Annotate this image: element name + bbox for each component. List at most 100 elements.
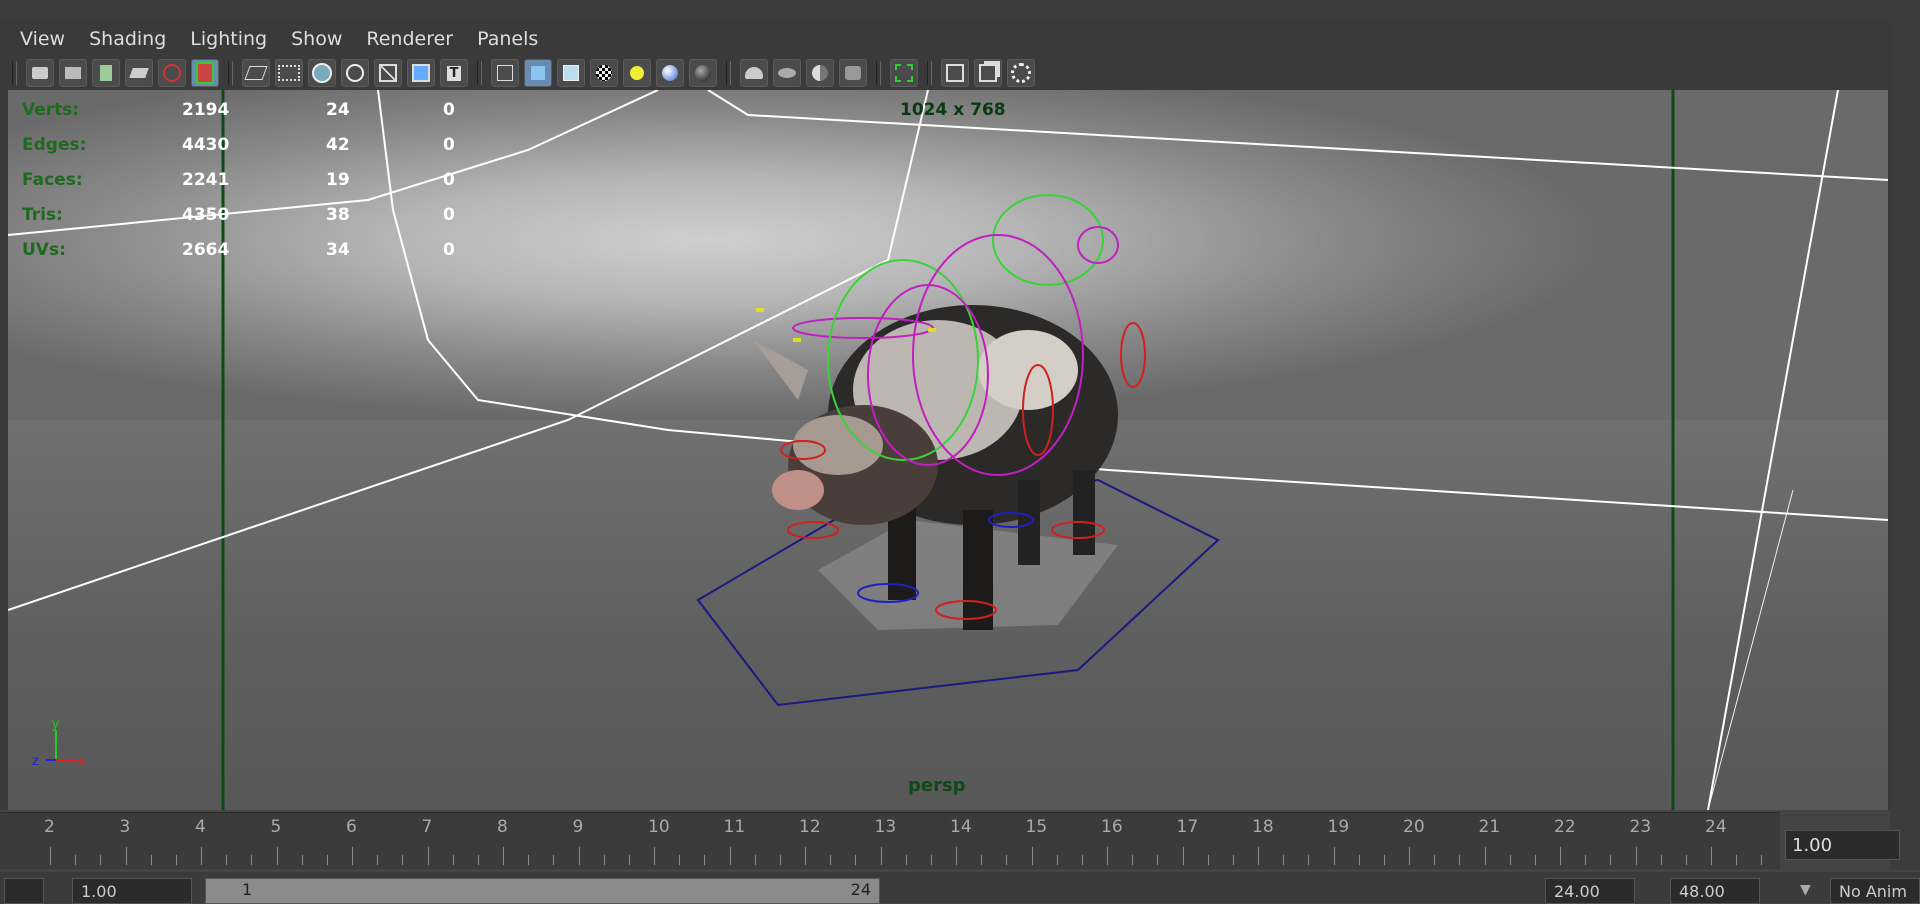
timeline-tick <box>50 847 51 865</box>
grid-icon[interactable] <box>158 59 186 87</box>
timeline-tick <box>352 847 353 865</box>
lights-icon[interactable] <box>740 59 768 87</box>
text-icon[interactable]: T <box>440 59 468 87</box>
range-start-field[interactable]: 1.00 <box>72 878 192 904</box>
timeline-frame-label: 20 <box>1403 817 1425 837</box>
isolate-select-icon[interactable] <box>974 59 1002 87</box>
timeline-frame-label: 11 <box>723 817 746 837</box>
timeline-tick <box>1409 847 1410 865</box>
time-slider[interactable]: 2 3 4 5 6 7 8 9 10 11 12 13 14 15 16 17 18 19 20 21 22 23 24 <box>0 812 1780 869</box>
dark-sphere-icon[interactable] <box>689 59 717 87</box>
checker-icon[interactable] <box>590 59 618 87</box>
select-icon[interactable] <box>890 59 918 87</box>
film-icon[interactable] <box>275 59 303 87</box>
camera-attr-icon[interactable] <box>59 59 87 87</box>
pig-ear <box>753 340 808 400</box>
timeline-tick <box>1308 855 1310 865</box>
menu-view[interactable]: View <box>8 28 77 50</box>
axis-x-label: x <box>78 752 85 768</box>
filter-icon[interactable]: ▼ <box>1800 882 1811 898</box>
timeline-tick <box>553 855 555 865</box>
range-max-field[interactable]: 48.00 <box>1670 878 1760 904</box>
timeline-tick <box>1585 855 1587 865</box>
range-blank-field[interactable] <box>4 878 44 904</box>
hud-label: UVs: <box>22 239 66 260</box>
hud-row-tris: Tris: 4350 38 0 <box>22 197 503 232</box>
cube-icon[interactable] <box>941 59 969 87</box>
hud-value: 2241 <box>182 169 230 190</box>
timeline-frame-label: 4 <box>195 817 206 837</box>
hud-label: Edges: <box>22 134 87 155</box>
timeline-tick <box>880 847 882 865</box>
panel-menubar: View Shading Lighting Show Renderer Pane… <box>8 22 1888 56</box>
menu-shading[interactable]: Shading <box>77 28 178 50</box>
timeline-tick <box>628 855 630 865</box>
timeline-frame-label: 18 <box>1252 817 1274 837</box>
timeline-frame-label: 7 <box>421 817 433 837</box>
light-icon[interactable] <box>623 59 651 87</box>
xray-icon[interactable] <box>374 59 402 87</box>
pig-leg <box>1018 480 1040 565</box>
timeline-tick <box>226 855 228 865</box>
share-icon[interactable] <box>1007 59 1035 87</box>
timeline-tick <box>1157 855 1159 865</box>
wireframe-icon[interactable] <box>242 59 270 87</box>
cube-wire-icon[interactable] <box>491 59 519 87</box>
range-slider-start: 1 <box>242 880 253 899</box>
cube-textured-icon[interactable] <box>557 59 585 87</box>
menu-lighting[interactable]: Lighting <box>178 28 279 50</box>
timeline-tick <box>1434 855 1436 865</box>
timeline-tick <box>1484 847 1486 865</box>
timeline-tick <box>1358 855 1360 865</box>
range-slider[interactable]: 1 24 <box>205 878 880 904</box>
timeline-tick <box>150 855 152 865</box>
shaded-sphere-icon[interactable] <box>656 59 684 87</box>
anim-layer-field[interactable]: No Anim <box>1830 878 1920 904</box>
rig-control <box>1120 322 1146 388</box>
timeline-tick <box>805 847 806 865</box>
timeline-tick <box>427 847 429 865</box>
bookmark-icon[interactable] <box>92 59 120 87</box>
shadow-icon[interactable] <box>773 59 801 87</box>
timeline-tick <box>1006 855 1008 865</box>
isolate-icon[interactable] <box>806 59 834 87</box>
range-end-field[interactable]: 24.00 <box>1545 878 1635 904</box>
timeline-tick <box>1560 847 1561 865</box>
xray-joints-icon[interactable] <box>407 59 435 87</box>
hud-value: 24 <box>326 99 350 120</box>
cube-smooth-icon[interactable] <box>524 59 552 87</box>
timeline-frame-label: 9 <box>572 817 584 837</box>
sphere-shade-icon[interactable] <box>308 59 336 87</box>
timeline-tick <box>855 855 857 865</box>
highlight-icon[interactable] <box>839 59 867 87</box>
circle-icon[interactable] <box>341 59 369 87</box>
toolbar-separator <box>876 61 881 85</box>
timeline-tick <box>704 855 706 865</box>
hud-value: 0 <box>443 239 455 260</box>
current-time-field[interactable]: 1.00 <box>1785 830 1900 860</box>
menu-renderer[interactable]: Renderer <box>354 28 465 50</box>
toolbar-separator <box>228 61 233 85</box>
pig-face <box>793 415 883 475</box>
timeline-frame-label: 19 <box>1327 817 1350 837</box>
image-plane-icon[interactable] <box>125 59 153 87</box>
hud-label: Tris: <box>22 204 63 225</box>
hud-value: 4350 <box>182 204 230 225</box>
timeline-tick <box>1534 855 1536 865</box>
menu-panels[interactable]: Panels <box>465 28 550 50</box>
timeline-tick <box>1081 855 1083 865</box>
timeline-tick <box>75 855 77 865</box>
film-gate-icon[interactable] <box>191 59 219 87</box>
timeline-tick <box>1107 847 1108 865</box>
timeline-tick <box>779 855 781 865</box>
wire-line <box>1707 489 1794 810</box>
menu-show[interactable]: Show <box>279 28 354 50</box>
timeline-frame-label: 3 <box>119 817 131 837</box>
range-slider-bar: 1.00 1 24 24.00 48.00 ▼ No Anim <box>0 872 1920 904</box>
timeline-tick <box>201 847 202 865</box>
hud-value: 42 <box>326 134 350 155</box>
timeline-tick <box>1459 855 1461 865</box>
hud-value: 2664 <box>182 239 230 260</box>
rig-marker <box>928 328 936 332</box>
camera-icon[interactable] <box>26 59 54 87</box>
